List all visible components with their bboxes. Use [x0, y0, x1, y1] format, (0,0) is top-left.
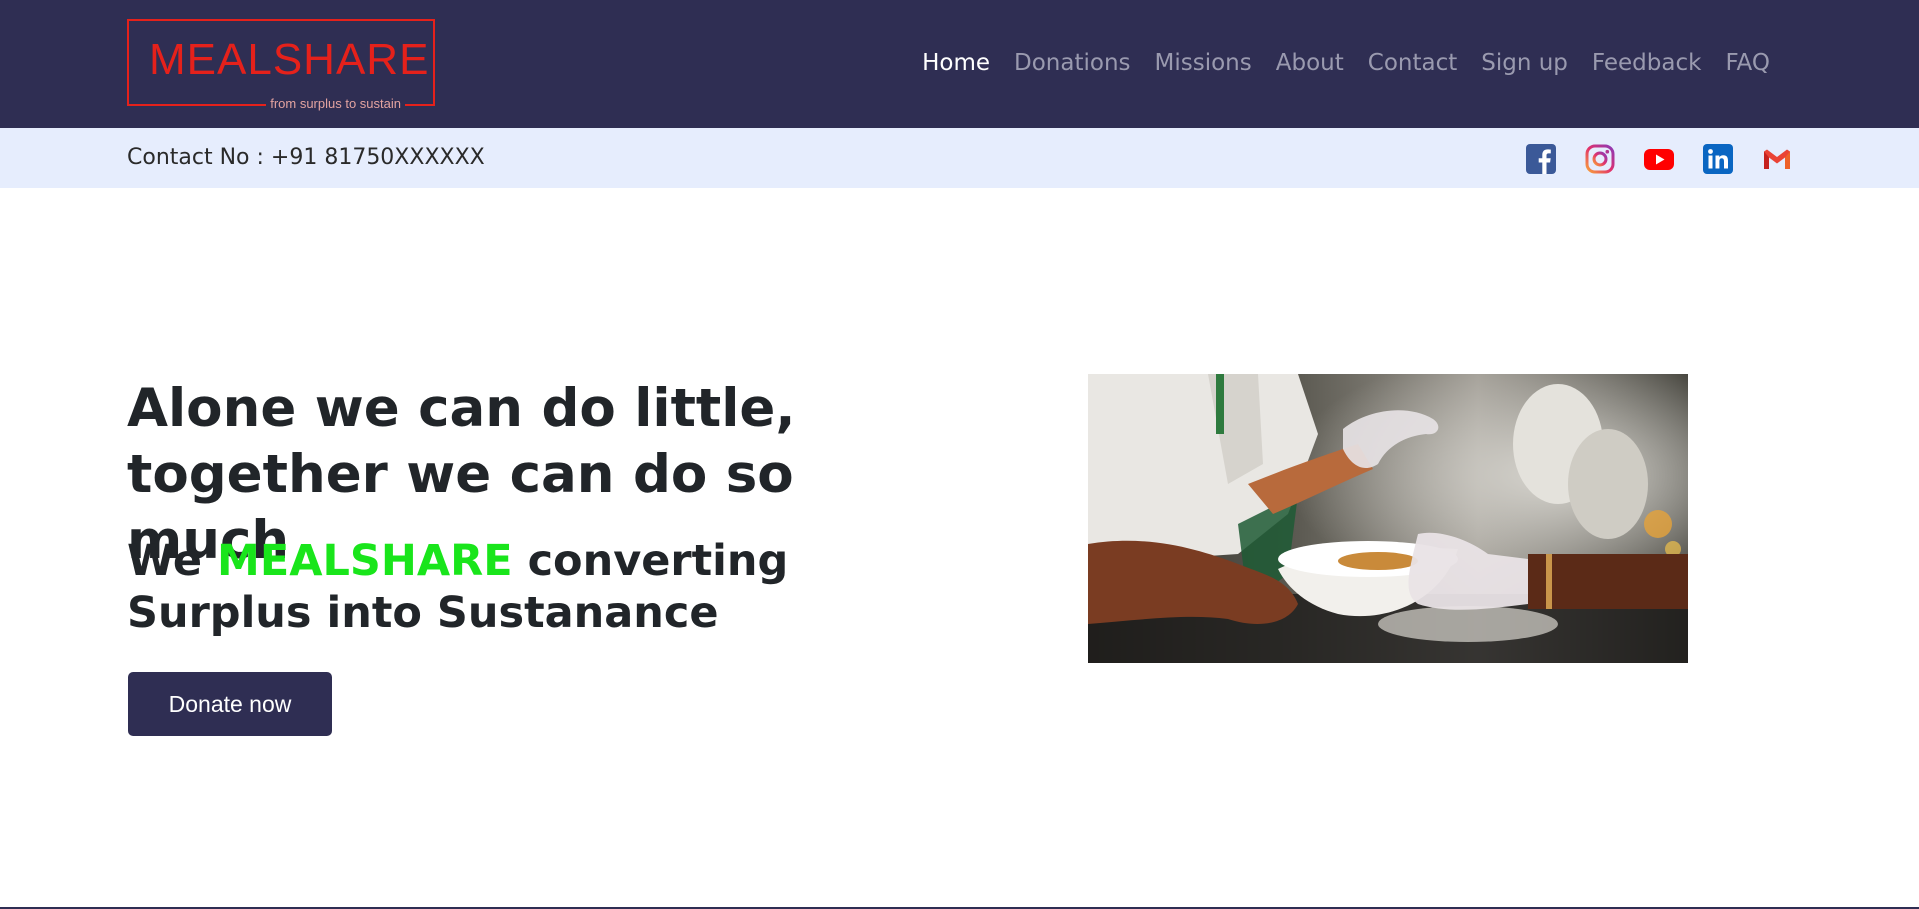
nav-link-home[interactable]: Home — [910, 46, 1002, 80]
logo-tagline: from surplus to sustain — [266, 96, 405, 112]
instagram-icon[interactable] — [1585, 144, 1615, 174]
hero-subtitle: We MEALSHARE converting Surplus into Sus… — [127, 535, 927, 639]
nav-link-about[interactable]: About — [1264, 46, 1356, 80]
donate-now-button[interactable]: Donate now — [128, 672, 332, 736]
nav-link-faq[interactable]: FAQ — [1713, 46, 1782, 80]
hero-subtitle-prefix: We — [127, 536, 218, 586]
hero-image — [1088, 374, 1688, 663]
gmail-icon[interactable] — [1762, 144, 1792, 174]
nav-link-contact[interactable]: Contact — [1356, 46, 1469, 80]
nav-link-feedback[interactable]: Feedback — [1580, 46, 1714, 80]
main-nav: Home Donations Missions About Contact Si… — [910, 46, 1782, 80]
brand-logo[interactable]: MEALSHARE from surplus to sustain — [127, 19, 435, 112]
hero-subtitle-brand: MEALSHARE — [217, 536, 513, 586]
nav-link-donations[interactable]: Donations — [1002, 46, 1143, 80]
navbar: MEALSHARE from surplus to sustain Home D… — [0, 0, 1919, 128]
youtube-icon[interactable] — [1644, 144, 1674, 174]
contact-bar: Contact No : +91 81750XXXXXX — [0, 128, 1919, 188]
facebook-icon[interactable] — [1526, 144, 1556, 174]
nav-link-signup[interactable]: Sign up — [1469, 46, 1580, 80]
linkedin-icon[interactable] — [1703, 144, 1733, 174]
logo-title: MEALSHARE — [149, 35, 430, 84]
contact-number: Contact No : +91 81750XXXXXX — [127, 145, 485, 170]
nav-link-missions[interactable]: Missions — [1143, 46, 1264, 80]
